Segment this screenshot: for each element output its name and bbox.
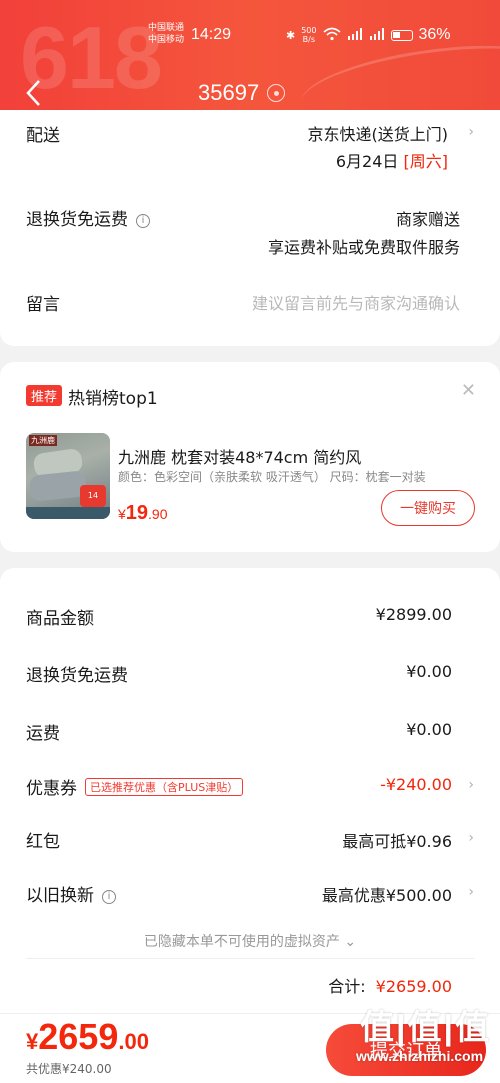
- signal-icon-1: [347, 27, 363, 43]
- battery-icon: [390, 29, 413, 41]
- carrier-info: 中国联通 中国移动: [148, 22, 184, 46]
- hidden-assets-text: 已隐藏本单不可使用的虚拟资产: [143, 934, 340, 950]
- thumb-footer: [26, 507, 110, 519]
- trade-in-label-text: 以旧换新: [26, 886, 94, 906]
- summary-row-label: 运费: [26, 724, 60, 744]
- message-label: 留言: [26, 295, 60, 315]
- status-bar: 中国联通 中国移动 14:29 ✱ 500 B/s 36%: [0, 22, 500, 52]
- coupon-label: 优惠券: [26, 779, 77, 799]
- thumb-price-badge: 14: [80, 485, 106, 507]
- payable-yen: ¥: [26, 1029, 39, 1054]
- signal-icon-2: [369, 27, 385, 43]
- product-spec: 颜色：色彩空间（亲肤柔软 吸汗透气） 尺码：枕套一对装: [118, 470, 426, 484]
- price-dec: .90: [148, 506, 168, 522]
- total-row: 合计: ¥2659.00: [328, 973, 452, 997]
- coupon-value[interactable]: -¥240.00: [380, 775, 452, 794]
- chevron-left-icon: [26, 80, 40, 106]
- recommend-title: 热销榜top1: [68, 389, 158, 409]
- delivery-weekday: [周六]: [403, 152, 449, 171]
- delivery-date-row: 6月24日 [周六]: [336, 148, 448, 172]
- site-watermark: 值|值|值 www.zhizhizhi.com: [352, 1000, 500, 1080]
- price-yen: ¥: [118, 506, 126, 522]
- battery-percent: 36%: [418, 26, 451, 43]
- watermark-text: www.zhizhizhi.com: [356, 1048, 484, 1064]
- bluetooth-icon: ✱: [286, 28, 296, 42]
- delivery-label: 配送: [26, 126, 60, 146]
- product-name[interactable]: 九洲鹿 枕套对装48*74cm 简约风: [118, 444, 361, 468]
- chevron-down-icon: ⌄: [344, 934, 357, 950]
- return-free-value: 商家赠送: [395, 210, 460, 229]
- chevron-right-icon: ›: [468, 777, 474, 793]
- trade-in-value[interactable]: 最高优惠¥500.00: [322, 882, 452, 906]
- net-speed-unit: B/s: [302, 35, 316, 44]
- total-saved: 共优惠¥240.00: [26, 1062, 112, 1076]
- order-options-card: 配送 京东快递(送货上门) › 6月24日 [周六] 退换货免运费 i 商家赠送 …: [0, 110, 500, 346]
- location-pin-icon: [267, 84, 286, 102]
- one-click-buy-button[interactable]: 一键购买: [381, 490, 475, 526]
- chevron-right-icon: ›: [468, 124, 474, 140]
- total-value: ¥2659.00: [375, 977, 452, 996]
- thumb-brand: 九洲鹿: [29, 435, 57, 446]
- trade-in-label: 以旧换新 i: [26, 881, 116, 906]
- product-price: ¥19.90: [118, 502, 168, 525]
- pillow-shape: [28, 470, 88, 502]
- chevron-right-icon: ›: [468, 884, 474, 900]
- carrier-1: 中国联通: [148, 23, 185, 33]
- status-icons: ✱ 500 B/s 36%: [286, 26, 451, 44]
- payable-dec: .00: [118, 1029, 149, 1054]
- divider: [26, 958, 474, 959]
- address-text: 35697: [198, 80, 260, 105]
- back-button[interactable]: [24, 78, 54, 114]
- hidden-assets-toggle[interactable]: 已隐藏本单不可使用的虚拟资产 ⌄: [0, 931, 500, 951]
- info-icon[interactable]: i: [136, 213, 150, 228]
- summary-row-value: ¥2899.00: [375, 605, 452, 624]
- chevron-right-icon: ›: [468, 830, 474, 846]
- wifi-icon: [322, 27, 341, 44]
- watermark-logo: 值|值|值: [360, 1009, 492, 1047]
- coupon-tag: 已选推荐优惠（含PLUS津贴）: [85, 778, 244, 796]
- return-free-sub: 享运费补贴或免费取件服务: [267, 238, 460, 257]
- return-free-label-text: 退换货免运费: [26, 210, 128, 230]
- summary-row-value: ¥0.00: [406, 662, 452, 681]
- coupon-row[interactable]: 优惠券 已选推荐优惠（含PLUS津贴）: [26, 774, 244, 799]
- recommend-tag: 推荐: [26, 385, 63, 406]
- close-icon[interactable]: ✕: [461, 380, 476, 401]
- price-int: 19: [125, 502, 149, 524]
- summary-row-label: 退换货免运费: [26, 666, 128, 686]
- redpacket-label: 红包: [26, 832, 60, 852]
- delivery-date: 6月24日: [335, 152, 399, 171]
- redpacket-value[interactable]: 最高可抵¥0.96: [342, 828, 452, 852]
- product-thumbnail[interactable]: 九洲鹿 14: [26, 433, 110, 519]
- address-selector[interactable]: 35697: [198, 80, 286, 106]
- net-speed: 500 B/s: [301, 26, 316, 44]
- summary-row-value: ¥0.00: [406, 720, 452, 739]
- payable-amount: ¥2659.00: [26, 1016, 149, 1058]
- return-free-label: 退换货免运费 i: [26, 205, 150, 230]
- net-speed-value: 500: [301, 26, 317, 35]
- summary-row-label: 商品金额: [26, 609, 94, 629]
- info-icon[interactable]: i: [102, 889, 116, 904]
- clock: 14:29: [191, 26, 232, 43]
- carrier-2: 中国移动: [148, 35, 185, 45]
- message-input[interactable]: 建议留言前先与商家沟通确认: [252, 290, 460, 314]
- total-label: 合计:: [328, 977, 366, 996]
- payable-int: 2659: [38, 1016, 119, 1057]
- delivery-carrier[interactable]: 京东快递(送货上门): [308, 121, 449, 145]
